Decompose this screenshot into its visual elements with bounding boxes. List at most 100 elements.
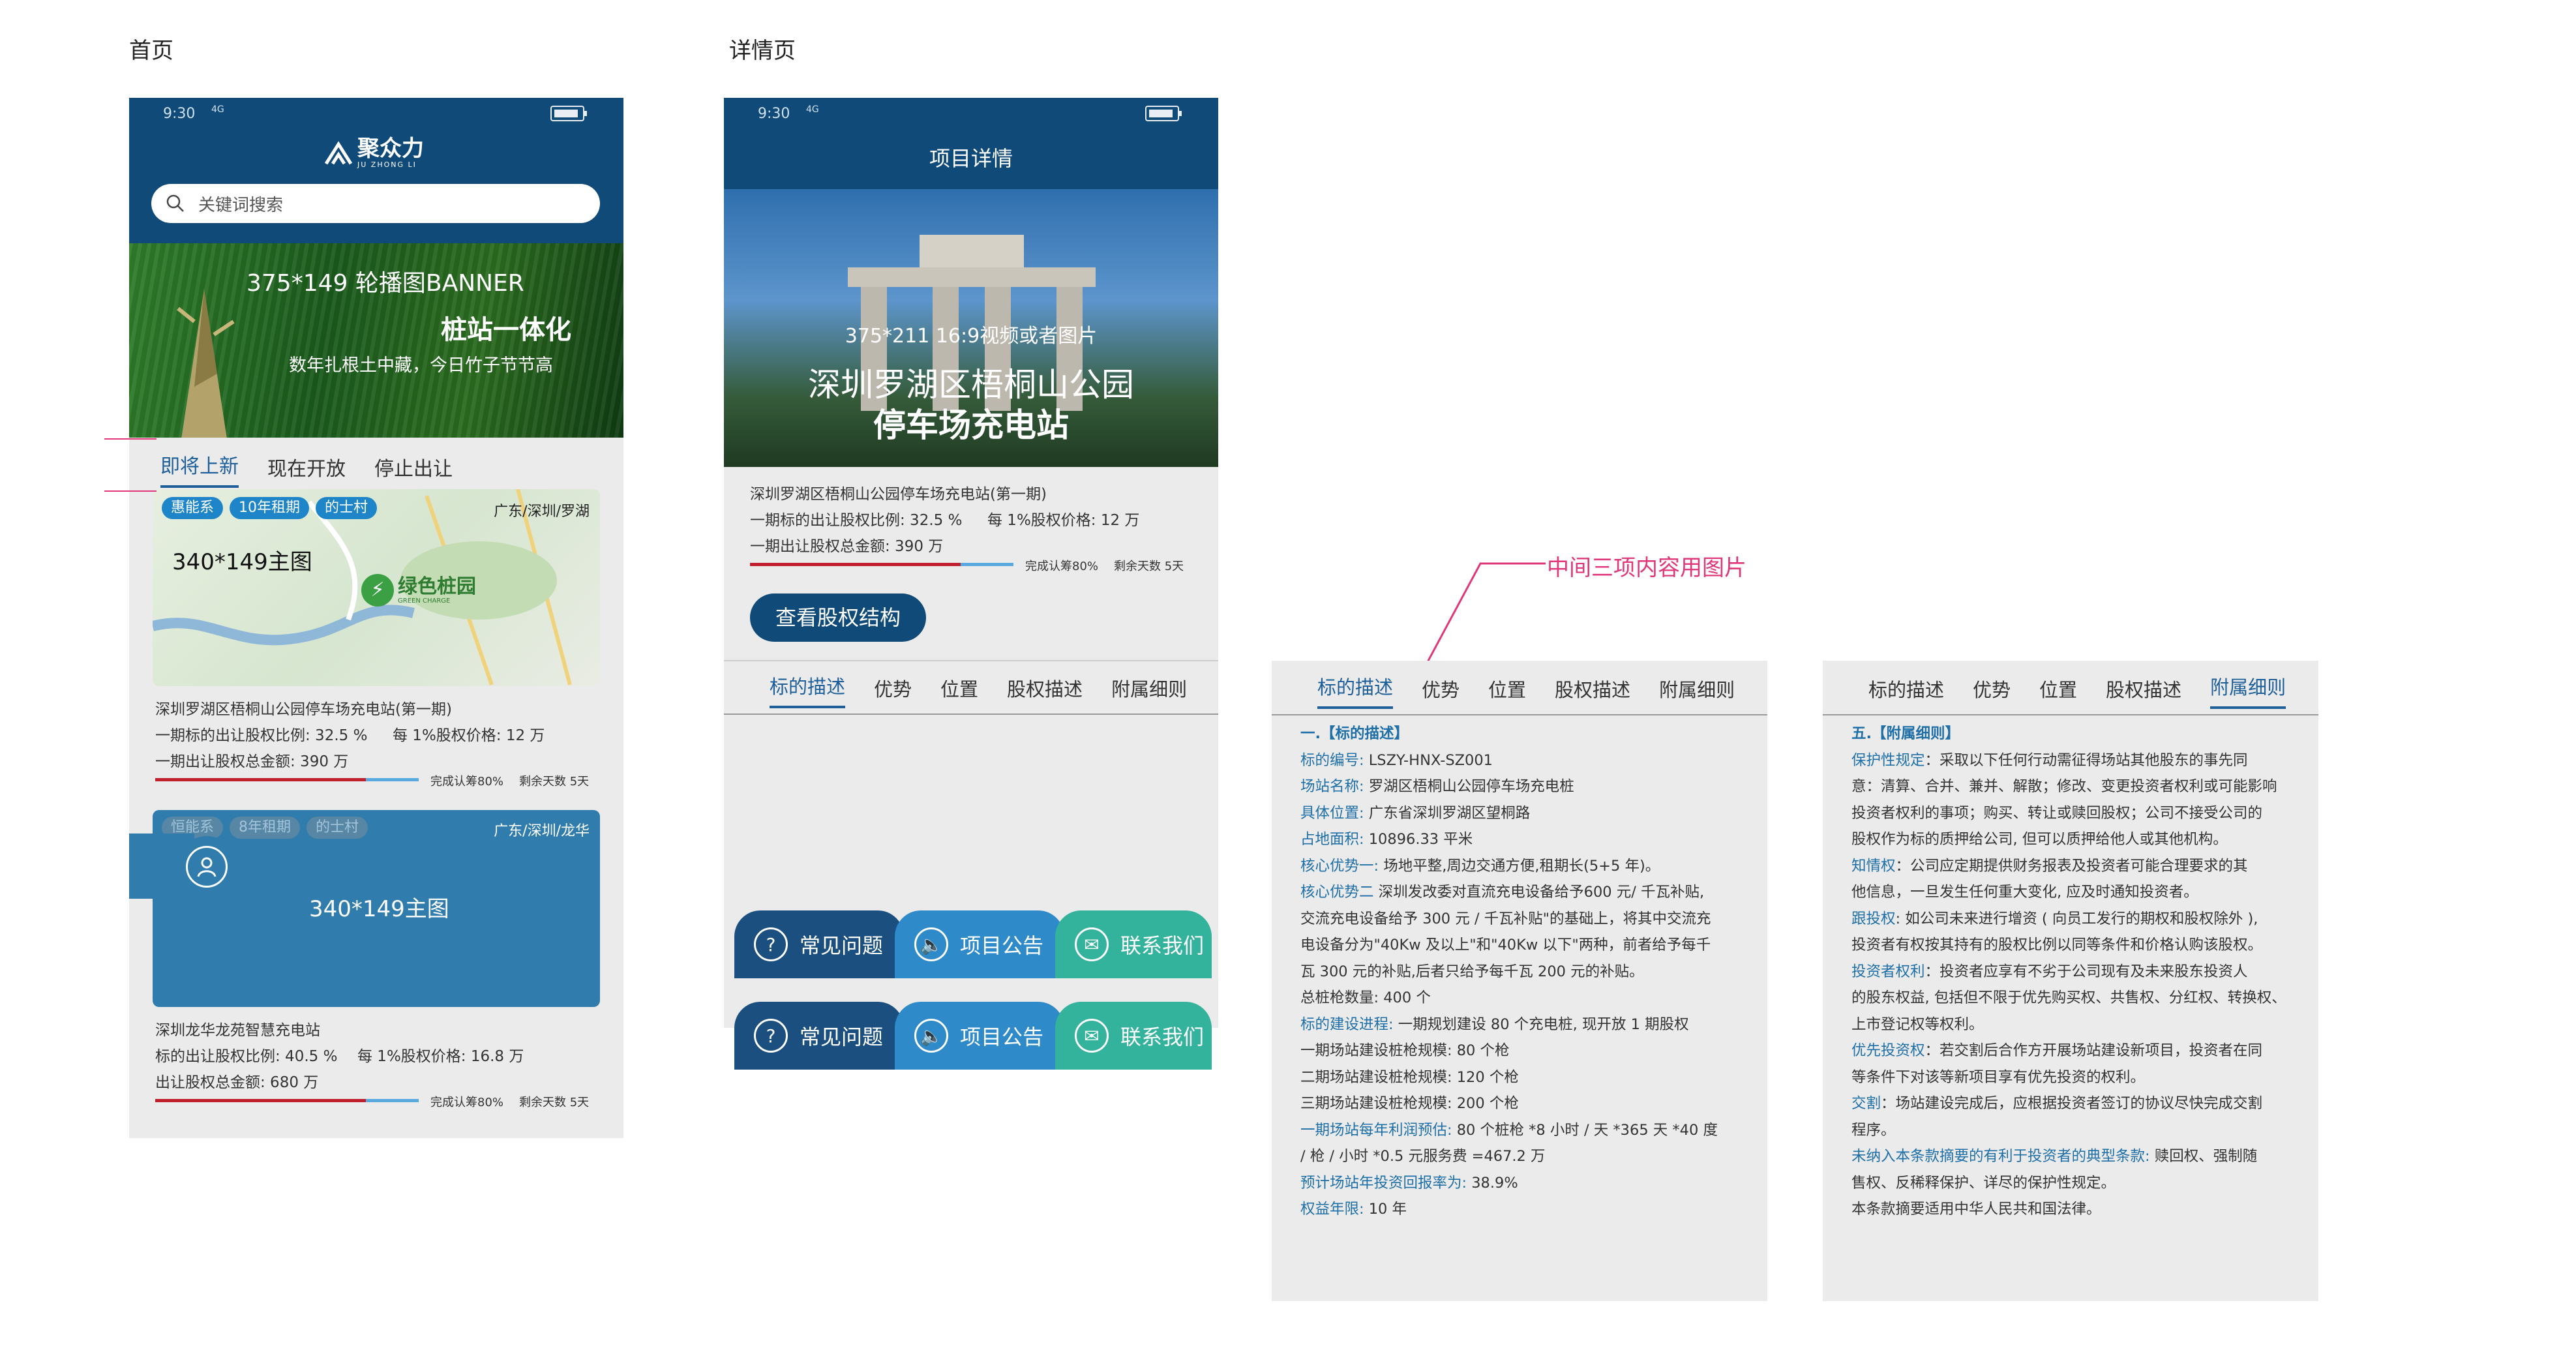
tab-rules[interactable]: 附属细则 [2210, 672, 2286, 709]
tab-equity[interactable]: 股权描述 [2106, 675, 2181, 709]
card1-region: 广东/深圳/罗湖 [494, 503, 590, 520]
doc-line: 的股东权益, 包括但不限于优先购买权、共售权、分红权、转换权、 [1851, 985, 2286, 1012]
tab-advantage[interactable]: 优势 [1973, 675, 2011, 709]
tag: 10年租期 [230, 497, 310, 519]
battery-icon [550, 106, 587, 121]
card2-progress-fill [155, 1099, 367, 1102]
tab-description[interactable]: 标的描述 [770, 672, 846, 708]
doc-value: 本条款摘要适用中华人民共和国法律。 [1851, 1201, 2101, 1218]
panel1-content: 一.【标的描述】 标的编号: LSZY-HNX-SZ001 场站名称: 罗湖区梧桐… [1300, 721, 1718, 1223]
doc-line: 股权作为标的质押给公司, 但可以质押给他人或其他机构。 [1851, 826, 2286, 853]
tab-advantage[interactable]: 优势 [1422, 675, 1460, 709]
banner-slogan: 数年扎根土中藏，今日竹子节节高 [289, 355, 553, 376]
app-logo: 聚众力 JU ZHONG LI [323, 137, 424, 169]
panel1-heading: 一.【标的描述】 [1300, 725, 1409, 742]
annotation-line [104, 438, 157, 440]
card1-progress-label: 完成认筹80% [430, 775, 504, 789]
card1-total: 一期出让股权总金额: 390 万 [155, 753, 349, 770]
home-label: 首页 [129, 38, 173, 64]
panel1-rows: 标的编号: LSZY-HNX-SZ001 场站名称: 罗湖区梧桐山公园停车场充电桩… [1300, 747, 1718, 1223]
bamboo-shoot-icon [177, 289, 235, 438]
rules-panel: 标的描述 优势 位置 股权描述 附属细则 五.【附属细则】 保护性规定：采取以下… [1823, 661, 2318, 1301]
search-icon [166, 194, 184, 212]
doc-value: 股权作为标的质押给公司, 但可以质押给他人或其他机构。 [1851, 831, 2228, 848]
doc-value: ：投资者应享有不劣于公司现有及未来股东投资人 [1925, 963, 2248, 980]
tag: 8年租期 [230, 817, 301, 839]
tab-equity[interactable]: 股权描述 [1555, 675, 1630, 709]
notice-button[interactable]: 🔈 项目公告 [895, 910, 1064, 978]
doc-line: 场站名称: 罗湖区梧桐山公园停车场充电桩 [1300, 774, 1718, 800]
user-float-button[interactable] [176, 836, 237, 897]
speaker-icon: 🔈 [914, 1019, 948, 1053]
detail-name: 深圳罗湖区梧桐山公园停车场充电站(第一期) [750, 486, 1047, 503]
doc-key: 一期场站每年利润预估: [1300, 1121, 1452, 1139]
tab-closed[interactable]: 停止出让 [374, 453, 453, 488]
panel2-rows: 保护性规定：采取以下任何行动需征得场站其他股东的事先同 意：清算、合并、兼并、解散… [1851, 747, 2286, 1223]
divider [724, 660, 1218, 661]
doc-value: 一期规划建设 80 个充电桩, 现开放 1 期股权 [1393, 1015, 1689, 1033]
doc-key: 优先投资权 [1851, 1042, 1925, 1059]
tab-upcoming[interactable]: 即将上新 [160, 450, 239, 488]
tab-description[interactable]: 标的描述 [1317, 672, 1394, 709]
doc-key: 占地面积: [1300, 831, 1364, 848]
annotation-text: 中间三项内容用图片 [1547, 555, 1746, 581]
faq-button[interactable]: ? 常见问题 [734, 1002, 904, 1070]
doc-line: 上市登记权等权利。 [1851, 1012, 2286, 1038]
detail-price: 每 1%股权价格: 12 万 [987, 512, 1140, 529]
contact-button[interactable]: ✉ 联系我们 [1055, 1002, 1212, 1070]
project-card-image[interactable]: 惠能系 10年租期 的士村 广东/深圳/罗湖 340*149主图 ⚡ 绿色桩园 GR… [153, 489, 600, 686]
doc-line: 预计场站年投资回报率为: 38.9% [1300, 1170, 1718, 1197]
doc-value: 的股东权益, 包括但不限于优先购买权、共售权、分红权、转换权、 [1851, 989, 2286, 1006]
contact-button[interactable]: ✉ 联系我们 [1055, 910, 1212, 978]
tab-rules[interactable]: 附属细则 [1659, 675, 1735, 709]
panel1-tabs: 标的描述 优势 位置 股权描述 附属细则 [1317, 672, 1763, 709]
question-icon: ? [754, 927, 788, 961]
doc-key: 投资者权利 [1851, 963, 1925, 980]
card1-name: 深圳罗湖区梧桐山公园停车场充电站(第一期) [155, 701, 452, 718]
doc-line: 电设备分为"40Kw 及以上"和"40Kw 以下"两种，前者给予每千 [1300, 932, 1718, 959]
signal-icon: 4G [806, 104, 819, 115]
tabs-underline [1823, 714, 2318, 715]
tab-rules[interactable]: 附属细则 [1111, 674, 1187, 708]
doc-line: 瓦 300 元的补贴,后者只给予每千瓦 200 元的补贴。 [1300, 959, 1718, 985]
equity-structure-button[interactable]: 查看股权结构 [750, 593, 926, 642]
doc-value: 投资者权利的事项；购买、转让或赎回股权；公司不接受公司的 [1851, 804, 2263, 822]
tab-location[interactable]: 位置 [2039, 675, 2077, 709]
tab-advantage[interactable]: 优势 [874, 674, 912, 708]
status-time: 9:30 [163, 106, 196, 122]
faq-button[interactable]: ? 常见问题 [734, 910, 904, 978]
doc-line: 本条款摘要适用中华人民共和国法律。 [1851, 1196, 2286, 1223]
status-time: 9:30 [758, 106, 790, 122]
card1-ratio: 一期标的出让股权比例: 32.5 % [155, 727, 368, 744]
tab-description[interactable]: 标的描述 [1868, 675, 1944, 709]
doc-line: 售权、反稀释保护、详尽的保护性规定。 [1851, 1170, 2286, 1197]
doc-key: 具体位置: [1300, 804, 1364, 822]
hero-line2: 停车场充电站 [873, 406, 1069, 444]
search-input[interactable]: 关键词搜索 [151, 184, 600, 223]
doc-key: 知情权 [1851, 857, 1896, 875]
card2-region: 广东/深圳/龙华 [494, 823, 590, 839]
tab-location[interactable]: 位置 [1488, 675, 1526, 709]
doc-value: 一期场站建设桩枪规模: 80 个枪 [1300, 1042, 1510, 1059]
tab-open[interactable]: 现在开放 [267, 453, 346, 488]
doc-value: 售权、反稀释保护、详尽的保护性规定。 [1851, 1174, 2116, 1192]
doc-line: 一期场站建设桩枪规模: 80 个枪 [1300, 1038, 1718, 1064]
home-screen: 9:30 4G 聚众力 JU ZHONG LI 关键词搜索 375*149 轮播… [129, 98, 623, 1138]
doc-line: 交流充电设备给予 300 元 / 千瓦补贴"的基础上，将其中交流充 [1300, 906, 1718, 933]
doc-key: 保护性规定 [1851, 751, 1925, 769]
hero-image[interactable]: 375*211 16:9视频或者图片 深圳罗湖区梧桐山公园 停车场充电站 [724, 189, 1218, 467]
faq-label: 常见问题 [800, 1025, 884, 1049]
notice-button[interactable]: 🔈 项目公告 [895, 1002, 1064, 1070]
doc-line: 优先投资权：若交割后合作方开展场站建设新项目，投资者在同 [1851, 1038, 2286, 1064]
doc-value: 意：清算、合并、兼并、解散；修改、变更投资者权利或可能影响 [1851, 778, 2277, 795]
tab-equity[interactable]: 股权描述 [1007, 674, 1083, 708]
doc-value: 10 年 [1364, 1201, 1407, 1218]
doc-line: 投资者权利：投资者应享有不劣于公司现有及未来股东投资人 [1851, 959, 2286, 985]
card2-name: 深圳龙华龙苑智慧充电站 [155, 1022, 320, 1039]
card2-progress-label: 完成认筹80% [430, 1096, 504, 1109]
tag: 的士村 [307, 817, 368, 839]
doc-value: 38.9% [1467, 1174, 1518, 1192]
tab-location[interactable]: 位置 [940, 674, 978, 708]
doc-key: 场站名称: [1300, 778, 1364, 795]
home-banner[interactable]: 375*149 轮播图BANNER 桩站一体化 数年扎根土中藏，今日竹子节节高 [129, 243, 623, 438]
